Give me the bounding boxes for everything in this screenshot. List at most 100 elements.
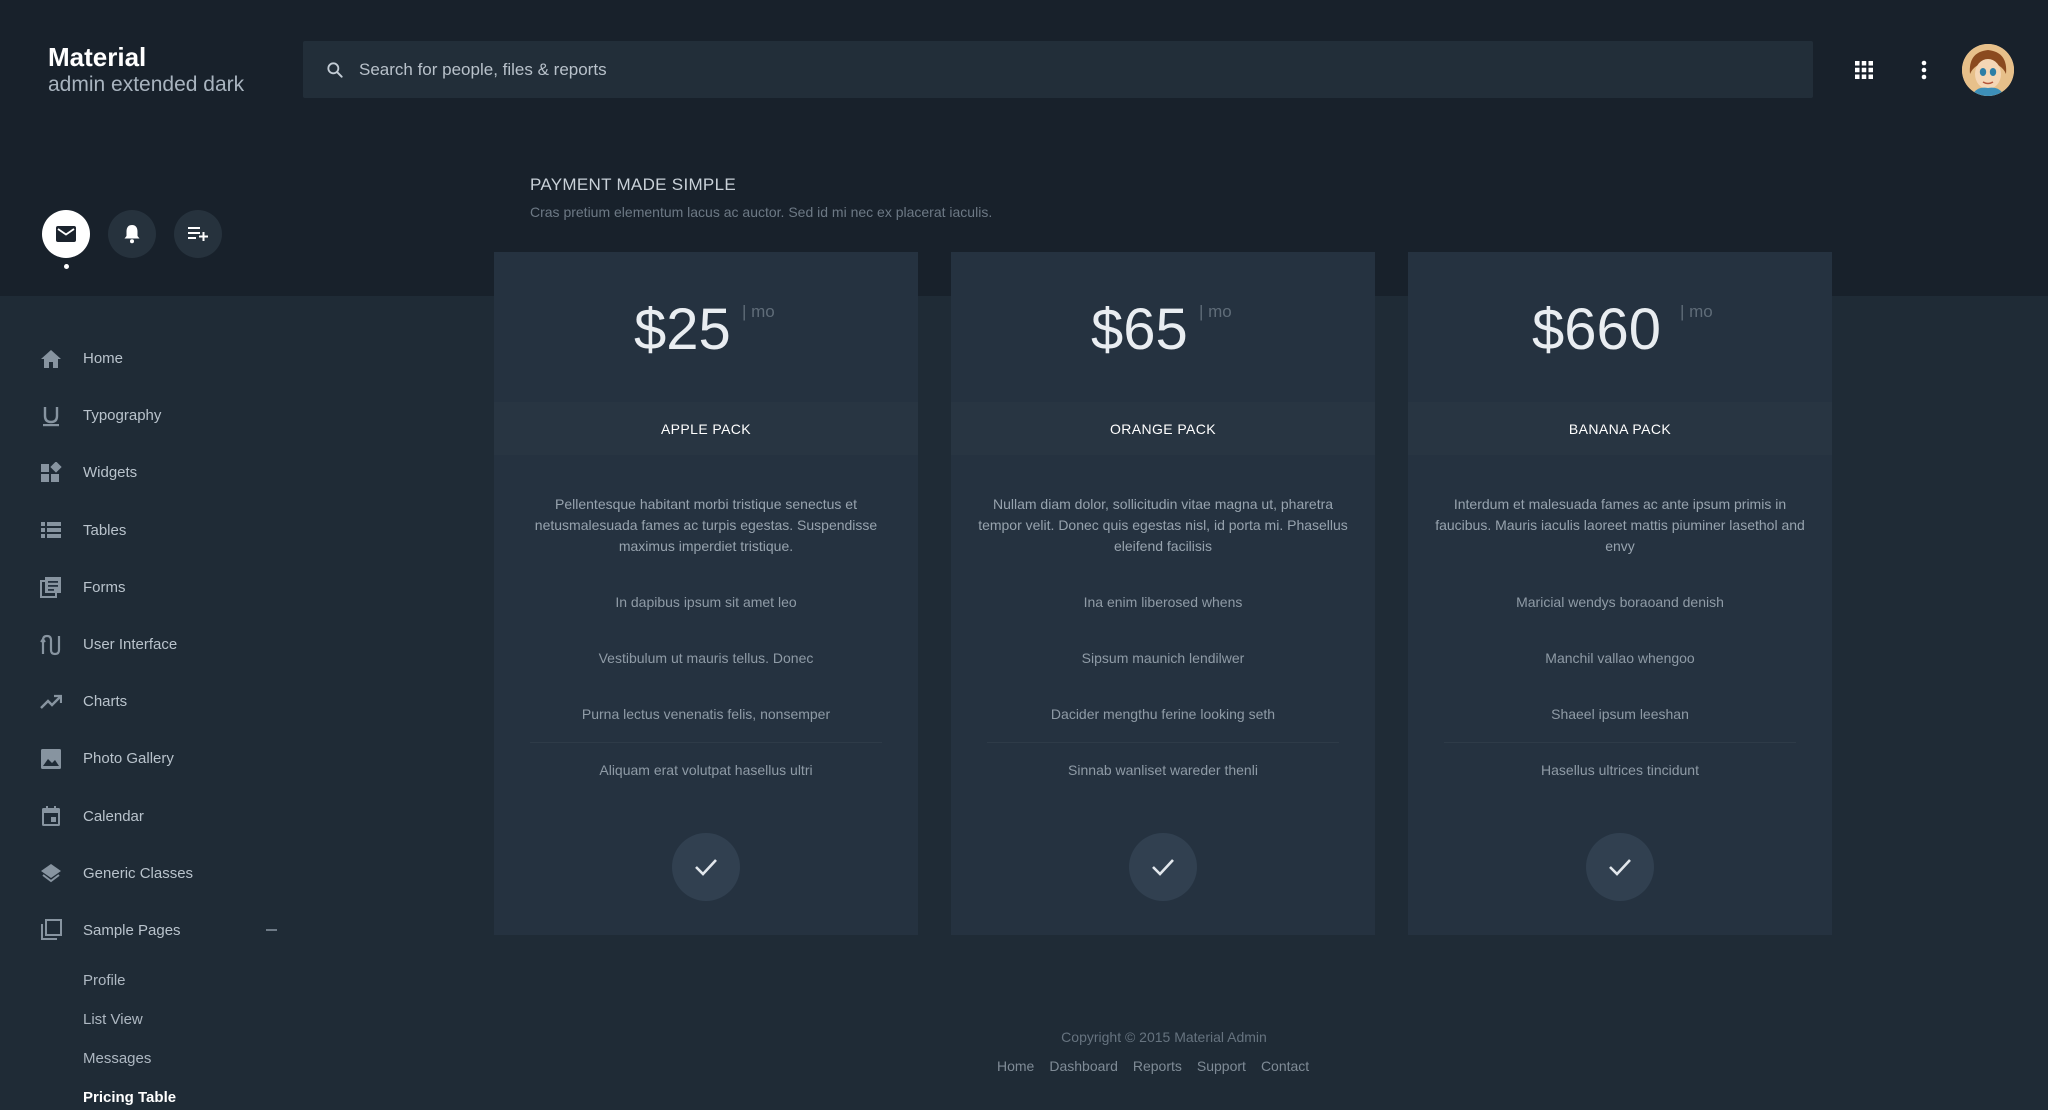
home-icon (41, 349, 61, 368)
sidebar-item-label: Widgets (83, 464, 138, 482)
footer-link-support[interactable]: Support (1197, 1058, 1246, 1074)
trending-up-icon (40, 694, 62, 709)
playlist-add-icon (188, 227, 208, 241)
sidebar-item-label: Typography (83, 407, 162, 425)
footer-links: Home Dashboard Reports Support Contact (997, 1058, 1309, 1074)
price-row: $660 | mo (1408, 252, 1832, 402)
image-icon (41, 748, 61, 769)
brand-subtitle: admin extended dark (48, 73, 245, 96)
calendar-icon (42, 806, 60, 827)
pricing-card-banana: $660 | mo BANANA PACK Interdum et malesu… (1408, 252, 1832, 935)
search-input[interactable] (359, 59, 1759, 80)
feature-item: Manchil vallao whengoo (1545, 650, 1695, 666)
copyright: Copyright © 2015 Material Admin (1061, 1029, 1267, 1045)
sidebar-item-forms[interactable]: Forms (0, 559, 290, 616)
sidebar-item-label: Charts (83, 693, 128, 711)
price-row: $65 | mo (951, 252, 1375, 402)
pack-name: BANANA PACK (1568, 420, 1672, 437)
section-subtitle: Cras pretium elementum lacus ac auctor. … (530, 204, 993, 220)
sidebar-item-label: Tables (83, 521, 127, 539)
sidebar-item-label: Photo Gallery (83, 750, 174, 768)
feature-item: Maricial wendys boraoand denish (1516, 594, 1724, 610)
user-avatar[interactable] (1962, 44, 2014, 96)
price: $660 (1532, 297, 1662, 362)
feature-item: In dapibus ipsum sit amet leo (615, 594, 797, 610)
mail-button[interactable] (42, 210, 90, 258)
pack-name: APPLE PACK (660, 420, 752, 437)
collapse-toggle[interactable] (266, 928, 277, 931)
per-month-label: | mo (1199, 302, 1232, 321)
feature-item: Vestibulum ut mauris tellus. Donec (598, 650, 814, 666)
per-month-label: | mo (742, 302, 775, 321)
user-interface-icon (40, 634, 61, 655)
sidebar-item-sample-pages[interactable]: Sample Pages (0, 902, 290, 959)
forms-icon (40, 577, 61, 599)
price: $25 (634, 297, 731, 362)
footer-link-contact[interactable]: Contact (1261, 1058, 1309, 1074)
list-table-icon (41, 522, 61, 539)
pack-description: Pellentesque habitant morbi tristique se… (534, 496, 878, 554)
sidebar-item-label: Generic Classes (83, 864, 194, 882)
footer-link-home[interactable]: Home (997, 1058, 1034, 1074)
pack-description: Interdum et malesuada fames ac ante ipsu… (1435, 496, 1805, 554)
search-icon (327, 61, 343, 78)
feature-item: Hasellus ultrices tincidunt (1541, 762, 1699, 778)
check-icon (695, 859, 717, 876)
feature-item: Dacider mengthu ferine looking seth (1050, 706, 1276, 722)
brand-title: Material (48, 42, 147, 72)
pricing-card-apple: $25 | mo APPLE PACK Pellentesque habitan… (494, 252, 918, 935)
pack-name-bar: APPLE PACK (494, 402, 918, 455)
mail-icon (56, 226, 76, 242)
sidebar-subitem-profile[interactable]: Profile (83, 972, 126, 989)
sidebar-item-photo-gallery[interactable]: Photo Gallery (0, 730, 290, 787)
sidebar-item-charts[interactable]: Charts (0, 673, 290, 730)
feature-item: Sinnab wanliset wareder thenli (1068, 762, 1258, 778)
feature-item: Aliquam erat volutpat hasellus ultri (599, 762, 813, 778)
select-plan-button[interactable] (672, 833, 740, 901)
divider (530, 742, 882, 743)
sidebar-item-tables[interactable]: Tables (0, 502, 290, 559)
sidebar-nav: Home Typography Widgets Tables Forms Use… (0, 330, 290, 959)
footer-link-dashboard[interactable]: Dashboard (1049, 1058, 1118, 1074)
notifications-button[interactable] (108, 210, 156, 258)
pack-description: Nullam diam dolor, sollicitudin vitae ma… (978, 496, 1348, 554)
select-plan-button[interactable] (1129, 833, 1197, 901)
apps-grid-icon[interactable] (1850, 56, 1878, 84)
more-vert-icon[interactable] (1910, 56, 1938, 84)
sidebar-item-label: Sample Pages (83, 921, 181, 939)
select-plan-button[interactable] (1586, 833, 1654, 901)
sidebar-item-widgets[interactable]: Widgets (0, 444, 290, 501)
sidebar-subitem-messages[interactable]: Messages (83, 1050, 151, 1067)
feature-item: Ina enim liberosed whens (1083, 594, 1243, 610)
price-row: $25 | mo (494, 252, 918, 402)
feature-item: Purna lectus venenatis felis, nonsemper (581, 706, 831, 722)
sidebar-item-user-interface[interactable]: User Interface (0, 616, 290, 673)
sidebar-item-calendar[interactable]: Calendar (0, 788, 290, 845)
sidebar-item-label: User Interface (83, 636, 178, 654)
active-indicator (64, 264, 69, 269)
add-task-button[interactable] (174, 210, 222, 258)
price: $65 (1091, 297, 1188, 362)
per-month-label: | mo (1680, 302, 1713, 321)
feature-item: Sipsum maunich lendilwer (1081, 650, 1245, 666)
check-icon (1152, 859, 1174, 876)
check-icon (1609, 859, 1631, 876)
layers-icon (41, 864, 61, 883)
brand[interactable]: Material admin extended dark (48, 42, 244, 98)
format-underline-icon (43, 406, 59, 426)
pricing-card-orange: $65 | mo ORANGE PACK Nullam diam dolor, … (951, 252, 1375, 935)
sidebar-subitem-pricing-table[interactable]: Pricing Table (83, 1089, 176, 1106)
feature-item: Shaeel ipsum leeshan (1551, 706, 1689, 722)
sidebar-item-generic-classes[interactable]: Generic Classes (0, 845, 290, 902)
sidebar-item-typography[interactable]: Typography (0, 387, 290, 444)
pack-name: ORANGE PACK (1109, 420, 1217, 437)
sidebar-item-label: Home (83, 350, 124, 368)
divider (987, 742, 1339, 743)
sidebar-item-label: Forms (83, 578, 126, 596)
section-title: PAYMENT MADE SIMPLE (530, 175, 736, 194)
sidebar-subitem-list-view[interactable]: List View (83, 1011, 143, 1028)
sidebar-item-label: Calendar (83, 807, 144, 825)
search-bar[interactable] (303, 41, 1813, 98)
sidebar-item-home[interactable]: Home (0, 330, 290, 387)
footer-link-reports[interactable]: Reports (1133, 1058, 1182, 1074)
